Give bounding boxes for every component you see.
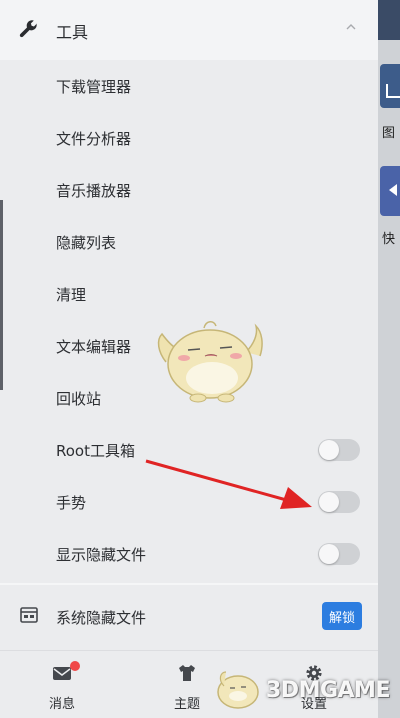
tools-section-header[interactable]: 工具 (0, 0, 378, 60)
background-tile-images[interactable] (380, 64, 400, 108)
unlock-button[interactable]: 解锁 (322, 602, 362, 630)
nav-item-label: 主题 (173, 697, 200, 712)
tool-item-label: 清理 (56, 286, 87, 304)
wrench-icon (19, 20, 37, 38)
tools-section-title: 工具 (56, 23, 89, 42)
system-hidden-files-label: 系统隐藏文件 (56, 609, 147, 627)
hidden-file-icon (20, 607, 38, 623)
tool-item-label: 显示隐藏文件 (56, 546, 147, 564)
annotation-arrow (145, 459, 312, 509)
tool-item-label: 回收站 (56, 390, 102, 408)
app-screen: 图 快 工具 下载管理器 文件分析器 音乐播放器 隐藏列表 清理 文本编辑器 回… (0, 0, 400, 718)
gesture-toggle[interactable] (318, 491, 360, 513)
background-tile-label: 图 (382, 126, 396, 141)
tool-item-download-manager[interactable]: 下载管理器 (0, 60, 378, 112)
tool-item-label: 手势 (56, 494, 87, 512)
tool-item-label: 音乐播放器 (56, 182, 132, 200)
background-tile-label: 快 (382, 232, 396, 247)
show-hidden-files-toggle[interactable] (318, 543, 360, 565)
tool-item-label: 文本编辑器 (56, 338, 132, 356)
watermark-mascot-icon (217, 671, 259, 709)
tool-item-music-player[interactable]: 音乐播放器 (0, 164, 378, 216)
tool-item-label: 文件分析器 (56, 130, 132, 148)
chevron-up-icon[interactable] (345, 22, 357, 32)
nav-item-themes[interactable]: 主题 (157, 659, 217, 715)
unread-badge (70, 661, 80, 671)
system-hidden-files-row[interactable]: 系统隐藏文件 解锁 (0, 585, 378, 647)
tool-item-label: 隐藏列表 (56, 234, 117, 252)
mascot-sticker (157, 321, 263, 403)
background-tile-quick[interactable] (380, 166, 400, 216)
tool-item-file-analyzer[interactable]: 文件分析器 (0, 112, 378, 164)
nav-item-messages[interactable]: 消息 (32, 659, 92, 715)
background-app: 图 快 (378, 0, 400, 718)
toggle-knob (319, 544, 339, 564)
tool-item-hidden-list[interactable]: 隐藏列表 (0, 216, 378, 268)
nav-item-label: 消息 (48, 697, 75, 712)
tool-item-label: 下载管理器 (56, 78, 132, 96)
watermark: 3DMGAME (212, 666, 397, 714)
shirt-icon (179, 665, 195, 681)
toggle-knob (319, 440, 339, 460)
watermark-text: 3DMGAME (266, 678, 390, 703)
tool-item-show-hidden-files[interactable]: 显示隐藏文件 (0, 528, 378, 580)
message-icon (53, 667, 71, 680)
root-toolbox-toggle[interactable] (318, 439, 360, 461)
background-toolbar (378, 0, 400, 40)
tool-item-label: Root工具箱 (56, 442, 135, 460)
toggle-knob (319, 492, 339, 512)
